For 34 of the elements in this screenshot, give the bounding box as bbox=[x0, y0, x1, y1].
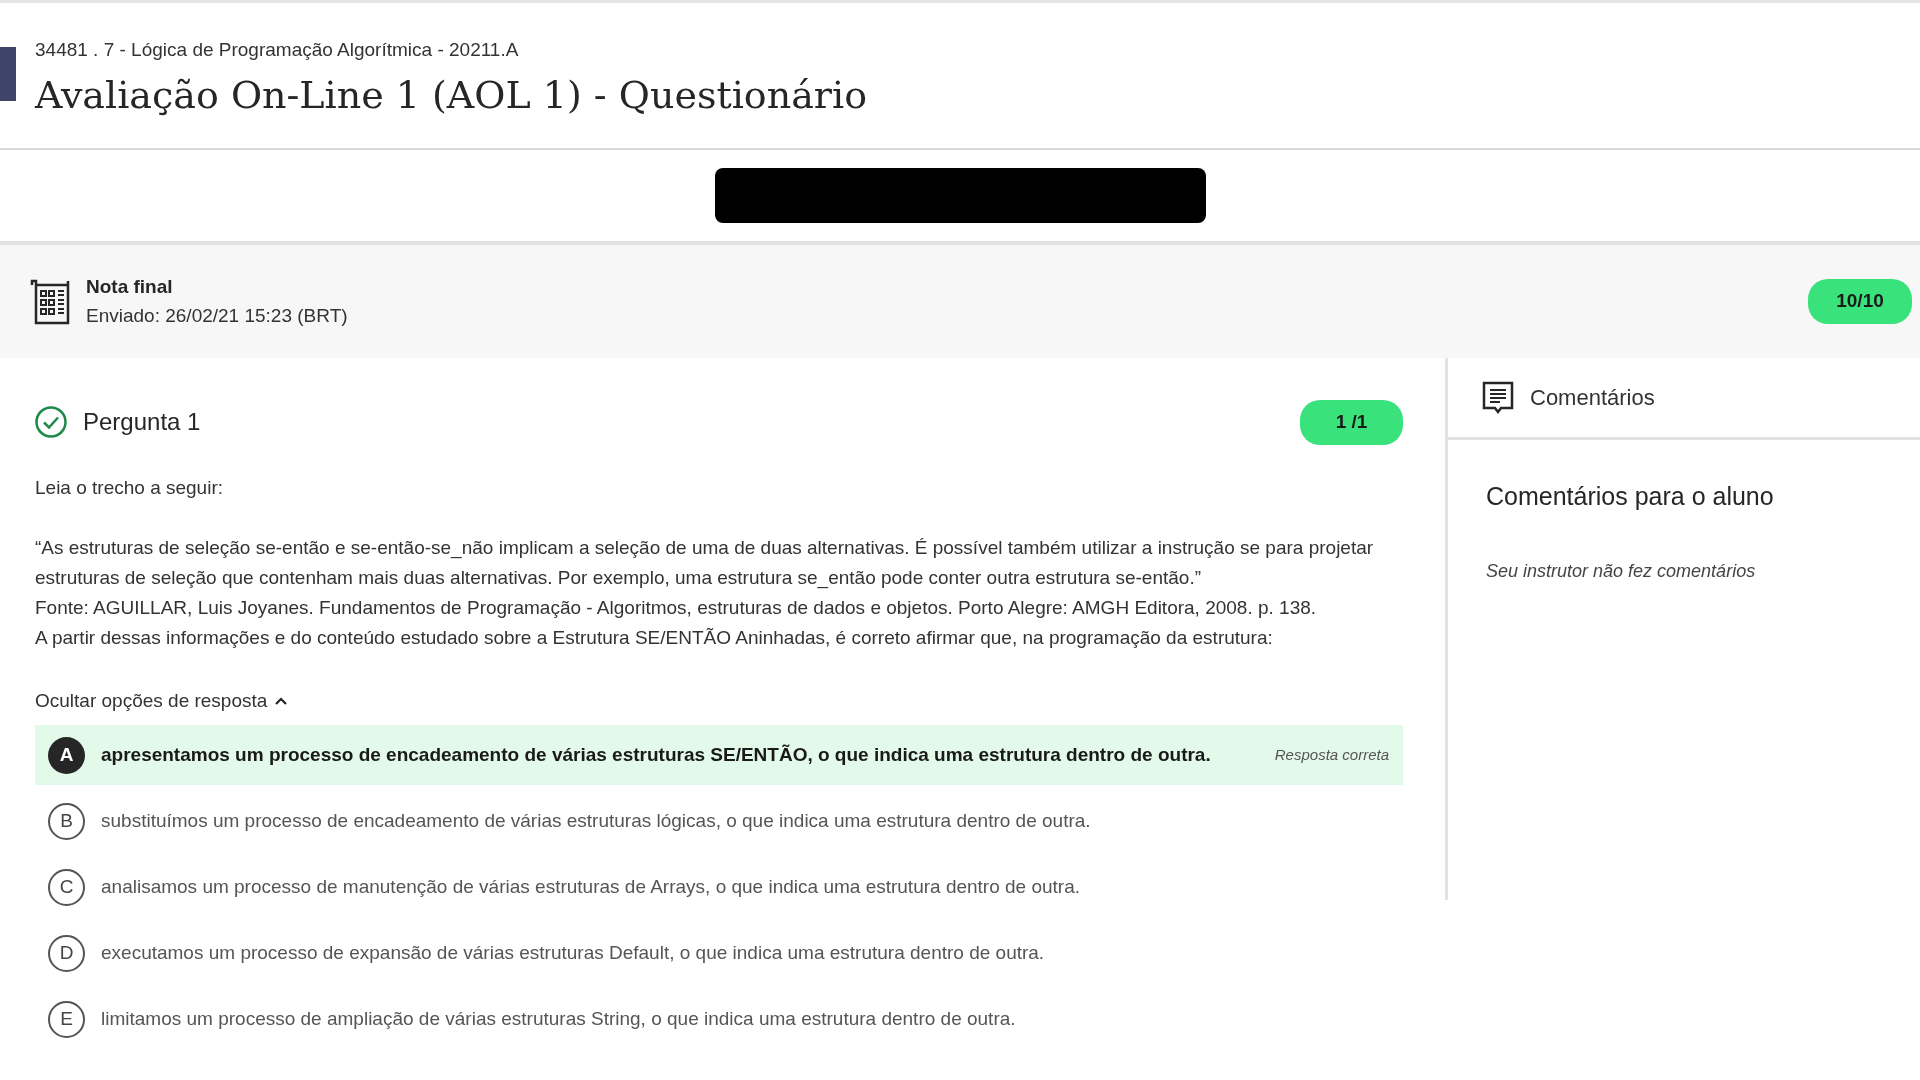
calculator-icon bbox=[30, 278, 70, 325]
comments-text: Seu instrutor não fez comentários bbox=[1486, 559, 1757, 583]
option-text: limitamos um processo de ampliação de várias estruturas String, o que indica uma estrutura dentro de outra. bbox=[101, 1006, 1017, 1031]
option-text: apresentamos um processo de encadeamento de várias estruturas SE/ENTÃO, o que indica uma estrutura dentro de outra. bbox=[101, 742, 1212, 767]
answer-option[interactable]: B substituímos um processo de encadeamento de várias estruturas lógicas, o que indica uma estrutura dentro de outra. bbox=[35, 791, 1403, 851]
sidebar-toggle[interactable] bbox=[0, 47, 16, 101]
option-text: analisamos um processo de manutenção de várias estruturas de Arrays, o que indica uma estrutura dentro de outra. bbox=[101, 874, 1082, 899]
option-text: executamos um processo de expansão de várias estruturas Default, o que indica uma estrutura dentro de outra. bbox=[101, 940, 1046, 965]
option-letter: E bbox=[48, 1000, 85, 1038]
option-letter: D bbox=[48, 934, 85, 972]
question-text: A partir dessas informações e do conteúdo estudado sobre a Estrutura SE/ENTÃO Aninhadas, é correto afirmar que, na programação da estrutura: bbox=[35, 625, 1274, 650]
option-text: substituímos um processo de encadeamento de várias estruturas lógicas, o que indica uma estrutura dentro de outra. bbox=[101, 808, 1092, 833]
hide-options-toggle[interactable]: Ocultar opções de resposta bbox=[35, 686, 288, 715]
comments-tab[interactable]: Comentários bbox=[1530, 381, 1655, 414]
question-title: Pergunta 1 bbox=[83, 407, 202, 438]
score-badge: 10/10 bbox=[1808, 279, 1912, 324]
option-letter: C bbox=[48, 868, 85, 906]
course-name: 34481 . 7 - Lógica de Programação Algorítmica - 20211.A bbox=[35, 38, 520, 62]
correct-answer-label: Resposta correta bbox=[1274, 744, 1389, 765]
grade-label: Nota final bbox=[86, 275, 174, 299]
question-text: Fonte: AGUILLAR, Luis Joyanes. Fundamentos de Programação - Algoritmos, estruturas de dados e objetos. Porto Alegre: AMGH Editora, 2008. p. 138. bbox=[35, 595, 1318, 620]
page-title: Avaliação On-Line 1 (AOL 1) - Questionário bbox=[35, 71, 868, 119]
answer-option[interactable]: E limitamos um processo de ampliação de várias estruturas String, o que indica uma estrutura dentro de outra. bbox=[35, 989, 1403, 1049]
answer-option[interactable]: A apresentamos um processo de encadeamento de várias estruturas SE/ENTÃO, o que indica uma estrutura dentro de outra. Resposta correta bbox=[35, 725, 1403, 785]
question-text: “As estruturas de seleção se-então e se-então-se_não implicam a seleção de uma de duas alternativas. É possível também utilizar a instrução se para projetar estruturas de seleção que contenham mais duas alternativas. Por exemplo, uma estrutura se_então pode conter outra estrutura se-então.” bbox=[35, 535, 1375, 591]
option-letter: A bbox=[48, 736, 85, 774]
question-score: 1 /1 bbox=[1300, 400, 1403, 445]
comment-icon bbox=[1482, 380, 1514, 415]
option-letter: B bbox=[48, 802, 85, 840]
answer-option[interactable]: C analisamos um processo de manutenção de várias estruturas de Arrays, o que indica uma estrutura dentro de outra. bbox=[35, 857, 1403, 917]
comments-heading: Comentários para o aluno bbox=[1486, 481, 1775, 512]
submitted-date: Enviado: 26/02/21 15:23 (BRT) bbox=[86, 303, 349, 328]
answer-option[interactable]: D executamos um processo de expansão de várias estruturas Default, o que indica uma estrutura dentro de outra. bbox=[35, 923, 1403, 983]
question-intro: Leia o trecho a seguir: bbox=[35, 475, 224, 500]
